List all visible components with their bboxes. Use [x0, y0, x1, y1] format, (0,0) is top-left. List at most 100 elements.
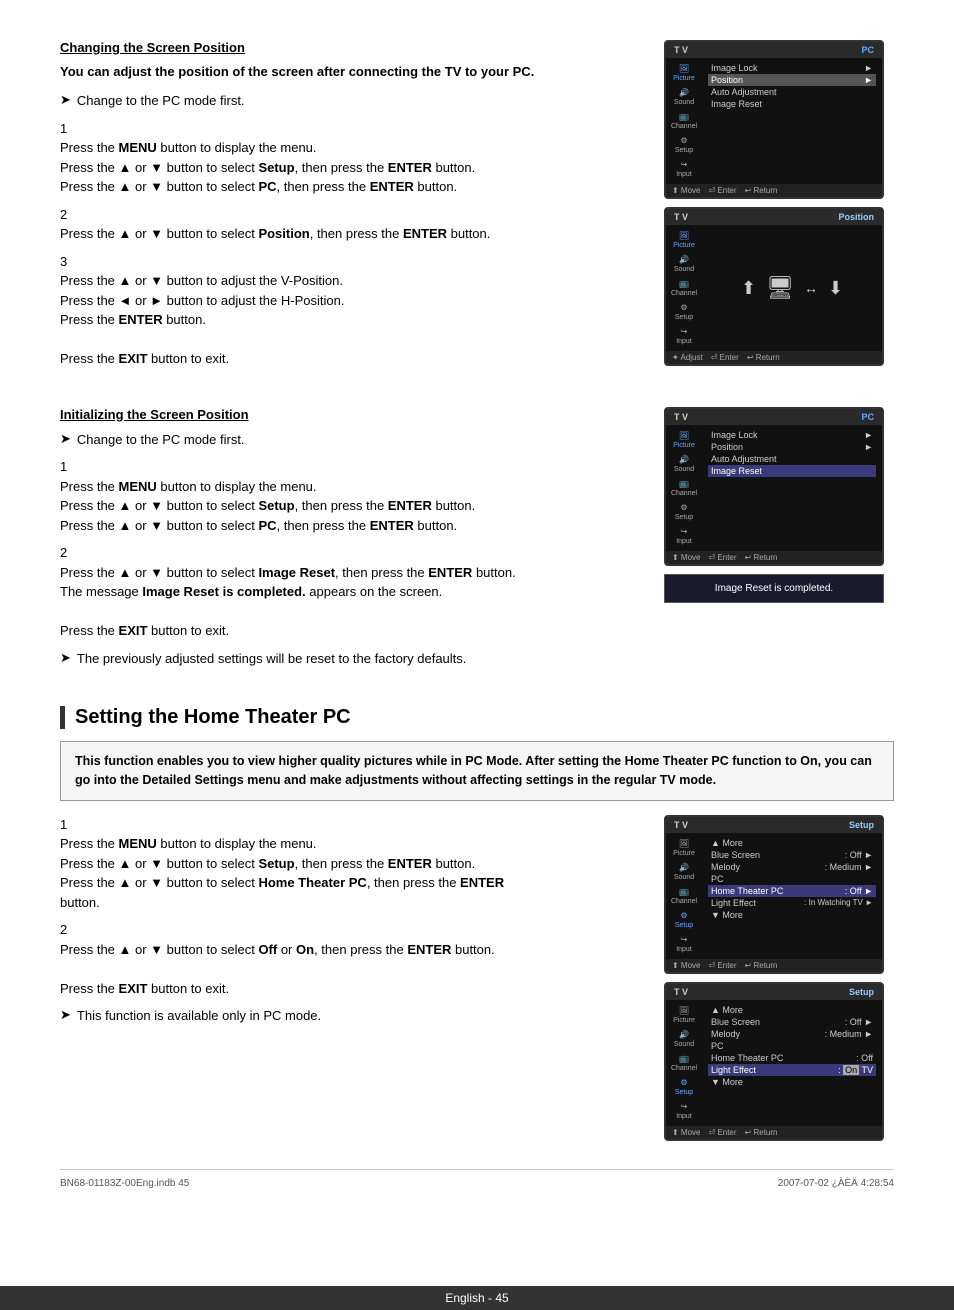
s2-step1-num: 1	[60, 457, 78, 477]
tv3-position: Position►	[708, 441, 876, 453]
tv4-more-up: ▲ More	[708, 837, 876, 849]
tv2-pos-area: ⬆ 🖥 ↔ ⬇	[702, 225, 882, 351]
tv5-icon-setup: ⚙Setup	[675, 1076, 693, 1098]
s2-step2-content: Press the ▲ or ▼ button to select Image …	[60, 563, 624, 641]
section2-step1: 1 Press the MENU button to display the m…	[60, 457, 644, 535]
s3-step1-num: 1	[60, 815, 78, 835]
section1-images: T V PC 🖼Picture 🔊Sound 📺Channel ⚙Setup ↪…	[664, 40, 894, 377]
s2-step1-content: Press the MENU button to display the men…	[60, 477, 624, 536]
tv1-pc-label: PC	[861, 45, 874, 55]
tv3-reset: Image Reset	[708, 465, 876, 477]
section-home-theater: Setting the Home Theater PC This functio…	[60, 706, 894, 1149]
page: Changing the Screen Position You can adj…	[0, 0, 954, 1310]
section-initializing: Initializing the Screen Position ➤ Chang…	[60, 407, 894, 677]
tv4-icon-channel: 📺Channel	[671, 885, 697, 907]
section2-arrow1-text: Change to the PC mode first.	[77, 430, 245, 450]
footer-info: BN68-01183Z-00Eng.indb 45 2007-07-02 ¿ÀÈ…	[60, 1169, 894, 1189]
image-reset-box: Image Reset is completed.	[664, 574, 884, 603]
tv2-header: T V Position	[666, 209, 882, 225]
tv2-icon-input: ↪Input	[676, 325, 692, 347]
tv1-icon-channel: 📺Channel	[671, 110, 697, 132]
arrow2-icon: ➤	[60, 431, 71, 447]
tv4-melody: Melody: Medium ►	[708, 861, 876, 873]
tv4-icon-sound: 🔊Sound	[674, 861, 694, 883]
tv2-tv-label: T V	[674, 212, 688, 222]
tv4-light: Light Effect: In Watching TV ►	[708, 897, 876, 909]
tv5-footer: ⬆ Move⏎ Enter↩ Return	[666, 1126, 882, 1139]
tv5-icon-picture: 🖼Picture	[673, 1004, 695, 1026]
tv5-icon-input: ↪Input	[676, 1100, 692, 1122]
pos-icon-right: ↔	[804, 280, 818, 296]
s3-step1-content: Press the MENU button to display the men…	[60, 834, 624, 912]
tv4-blue-screen: Blue Screen: Off ►	[708, 849, 876, 861]
tv5-more-down: ▼ More	[708, 1076, 876, 1088]
section3-text: 1 Press the MENU button to display the m…	[60, 815, 644, 1149]
tv2-icon-setup: ⚙Setup	[675, 301, 693, 323]
tv3-footer: ⬆ Move⏎ Enter↩ Return	[666, 551, 882, 564]
tv1-menu-imagelock: Image Lock►	[708, 62, 876, 74]
section3-images: T V Setup 🖼Picture 🔊Sound 📺Channel ⚙Setu…	[664, 815, 894, 1149]
step2-content: Press the ▲ or ▼ button to select Positi…	[60, 224, 624, 244]
tv1-menu: Image Lock► Position► Auto Adjustment Im…	[702, 58, 882, 184]
image-reset-msg: Image Reset is completed.	[715, 583, 833, 594]
s3-step2-num: 2	[60, 920, 78, 940]
tv3-icon-channel: 📺Channel	[671, 477, 697, 499]
tv1-tv-label: T V	[674, 45, 688, 55]
bottom-page-info: English - 45	[445, 1291, 508, 1305]
tv4-icon-setup: ⚙Setup	[675, 909, 693, 931]
tv3-menu: Image Lock► Position► Auto Adjustment Im…	[702, 425, 882, 551]
footer-right: 2007-07-02 ¿ÀÈÄ 4:28:54	[778, 1178, 894, 1189]
section2-step2: 2 Press the ▲ or ▼ button to select Imag…	[60, 543, 644, 641]
section-changing-position: Changing the Screen Position You can adj…	[60, 40, 894, 377]
tv1-footer: ⬆ Move⏎ Enter↩ Return	[666, 184, 882, 197]
section1-title: Changing the Screen Position	[60, 40, 644, 55]
tv-screen-3: T V PC 🖼Picture 🔊Sound 📺Channel ⚙Setup ↪…	[664, 407, 884, 566]
section1-step3: 3 Press the ▲ or ▼ button to adjust the …	[60, 252, 644, 369]
tv4-htpc: Home Theater PC: Off ►	[708, 885, 876, 897]
step1-content: Press the MENU button to display the men…	[60, 138, 624, 197]
tv3-side: 🖼Picture 🔊Sound 📺Channel ⚙Setup ↪Input	[666, 425, 702, 551]
step2-num: 2	[60, 205, 78, 225]
tv1-icon-input: ↪Input	[676, 158, 692, 180]
tv5-header: T V Setup	[666, 984, 882, 1000]
section1-step2: 2 Press the ▲ or ▼ button to select Posi…	[60, 205, 644, 244]
tv1-header: T V PC	[666, 42, 882, 58]
tv4-icon-picture: 🖼Picture	[673, 837, 695, 859]
tv5-more-up: ▲ More	[708, 1004, 876, 1016]
tv-position-screen: T V Position 🖼Picture 🔊Sound 📺Channel ⚙S…	[664, 207, 884, 366]
tv1-menu-position: Position►	[708, 74, 876, 86]
pos-icon-up: ⬆	[741, 278, 756, 299]
section3-title-bar: Setting the Home Theater PC	[60, 706, 894, 729]
tv3-tv-label: T V	[674, 412, 688, 422]
tv5-icon-sound: 🔊Sound	[674, 1028, 694, 1050]
section2-images: T V PC 🖼Picture 🔊Sound 📺Channel ⚙Setup ↪…	[664, 407, 894, 677]
tv5-pc: PC	[708, 1040, 876, 1052]
tv2-icon-picture: 🖼Picture	[673, 229, 695, 251]
tv2-side: 🖼Picture 🔊Sound 📺Channel ⚙Setup ↪Input	[666, 225, 702, 351]
tv5-htpc: Home Theater PC: Off	[708, 1052, 876, 1064]
tv5-light: Light Effect: On TV	[708, 1064, 876, 1076]
tv1-menu-reset: Image Reset	[708, 98, 876, 110]
tv3-icon-input: ↪Input	[676, 525, 692, 547]
pos-icon-monitor: 🖥	[766, 275, 794, 301]
section2-arrow2-text: The previously adjusted settings will be…	[77, 649, 466, 669]
tv2-icon-channel: 📺Channel	[671, 277, 697, 299]
pos-icon-down: ⬇	[828, 278, 843, 299]
section1-arrow1-text: Change to the PC mode first.	[77, 91, 245, 111]
section1-arrow1: ➤ Change to the PC mode first.	[60, 91, 644, 111]
tv2-pos-label: Position	[839, 212, 875, 222]
tv3-icon-sound: 🔊Sound	[674, 453, 694, 475]
tv5-icon-channel: 📺Channel	[671, 1052, 697, 1074]
arrow3-icon: ➤	[60, 650, 71, 666]
section1-step1: 1 Press the MENU button to display the m…	[60, 119, 644, 197]
tv1-side-icons: 🖼Picture 🔊Sound 📺Channel ⚙Setup ↪Input	[666, 58, 702, 184]
s3-step2-content: Press the ▲ or ▼ button to select Off or…	[60, 940, 624, 999]
tv5-tv-label: T V	[674, 987, 688, 997]
tv4-side: 🖼Picture 🔊Sound 📺Channel ⚙Setup ↪Input	[666, 833, 702, 959]
section2-arrow1: ➤ Change to the PC mode first.	[60, 430, 644, 450]
section3-arrow1: ➤ This function is available only in PC …	[60, 1006, 644, 1026]
step3-content: Press the ▲ or ▼ button to adjust the V-…	[60, 271, 624, 369]
section2-title: Initializing the Screen Position	[60, 407, 644, 422]
section2-text: Initializing the Screen Position ➤ Chang…	[60, 407, 644, 677]
tv1-icon-sound: 🔊Sound	[674, 86, 694, 108]
